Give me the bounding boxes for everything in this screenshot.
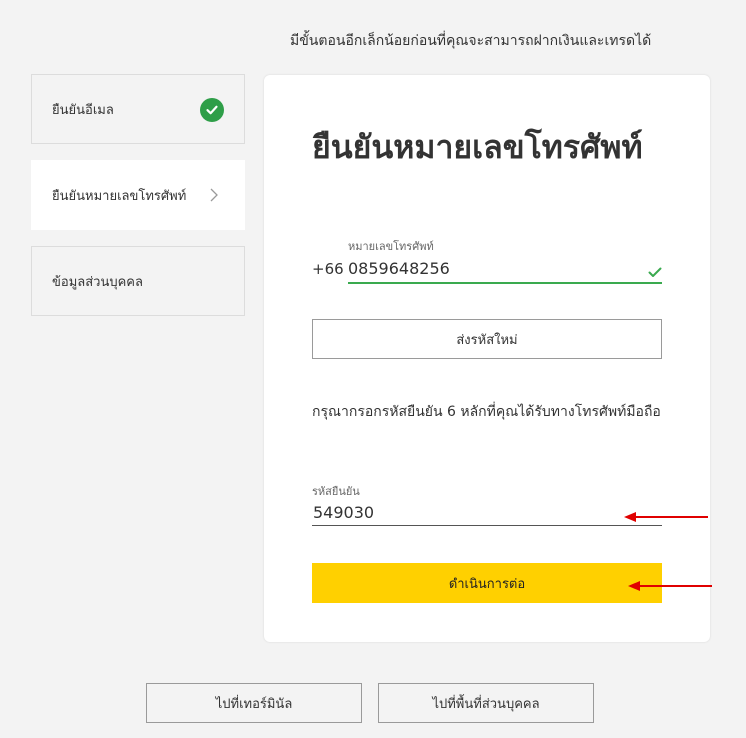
card-title: ยืนยันหมายเลขโทรศัพท์ [312, 128, 643, 166]
step-verify-email[interactable]: ยืนยันอีเมล [31, 74, 245, 144]
phone-field-label: หมายเลขโทรศัพท์ [348, 240, 434, 253]
step-label: ยืนยันหมายเลขโทรศัพท์ [52, 188, 187, 204]
continue-button[interactable]: ดำเนินการต่อ [312, 563, 662, 603]
verification-page: มีขั้นตอนอีกเล็กน้อยก่อนที่คุณจะสามารถฝา… [0, 0, 746, 738]
step-personal-info[interactable]: ข้อมูลส่วนบุคคล [31, 246, 245, 316]
red-arrow-annotation [628, 581, 712, 591]
go-to-terminal-button[interactable]: ไปที่เทอร์มินัล [146, 683, 362, 723]
checkmark-icon [648, 263, 662, 282]
step-label: ยืนยันอีเมล [52, 102, 114, 118]
chevron-right-icon [210, 188, 218, 206]
phone-number-value[interactable]: 0859648256 [348, 259, 450, 278]
progress-note: มีขั้นตอนอีกเล็กน้อยก่อนที่คุณจะสามารถฝา… [290, 33, 652, 49]
step-label: ข้อมูลส่วนบุคคล [52, 274, 143, 290]
step-verify-phone[interactable]: ยืนยันหมายเลขโทรศัพท์ [31, 160, 245, 230]
resend-code-button[interactable]: ส่งรหัสใหม่ [312, 319, 662, 359]
phone-number-field[interactable]: 0859648256 [348, 258, 662, 284]
go-to-personal-area-button[interactable]: ไปที่พื้นที่ส่วนบุคคล [378, 683, 594, 723]
check-circle-icon [200, 98, 224, 122]
verification-code-field[interactable]: 549030 [312, 500, 662, 526]
code-field-label: รหัสยืนยัน [312, 485, 360, 498]
instruction-text: กรุณากรอกรหัสยืนยัน 6 หลักที่คุณได้รับทา… [312, 404, 661, 420]
verification-code-value[interactable]: 549030 [313, 503, 374, 522]
country-code: +66 [312, 260, 344, 278]
red-arrow-annotation [624, 512, 708, 522]
verification-card: ยืนยันหมายเลขโทรศัพท์ หมายเลขโทรศัพท์ +6… [264, 75, 710, 642]
